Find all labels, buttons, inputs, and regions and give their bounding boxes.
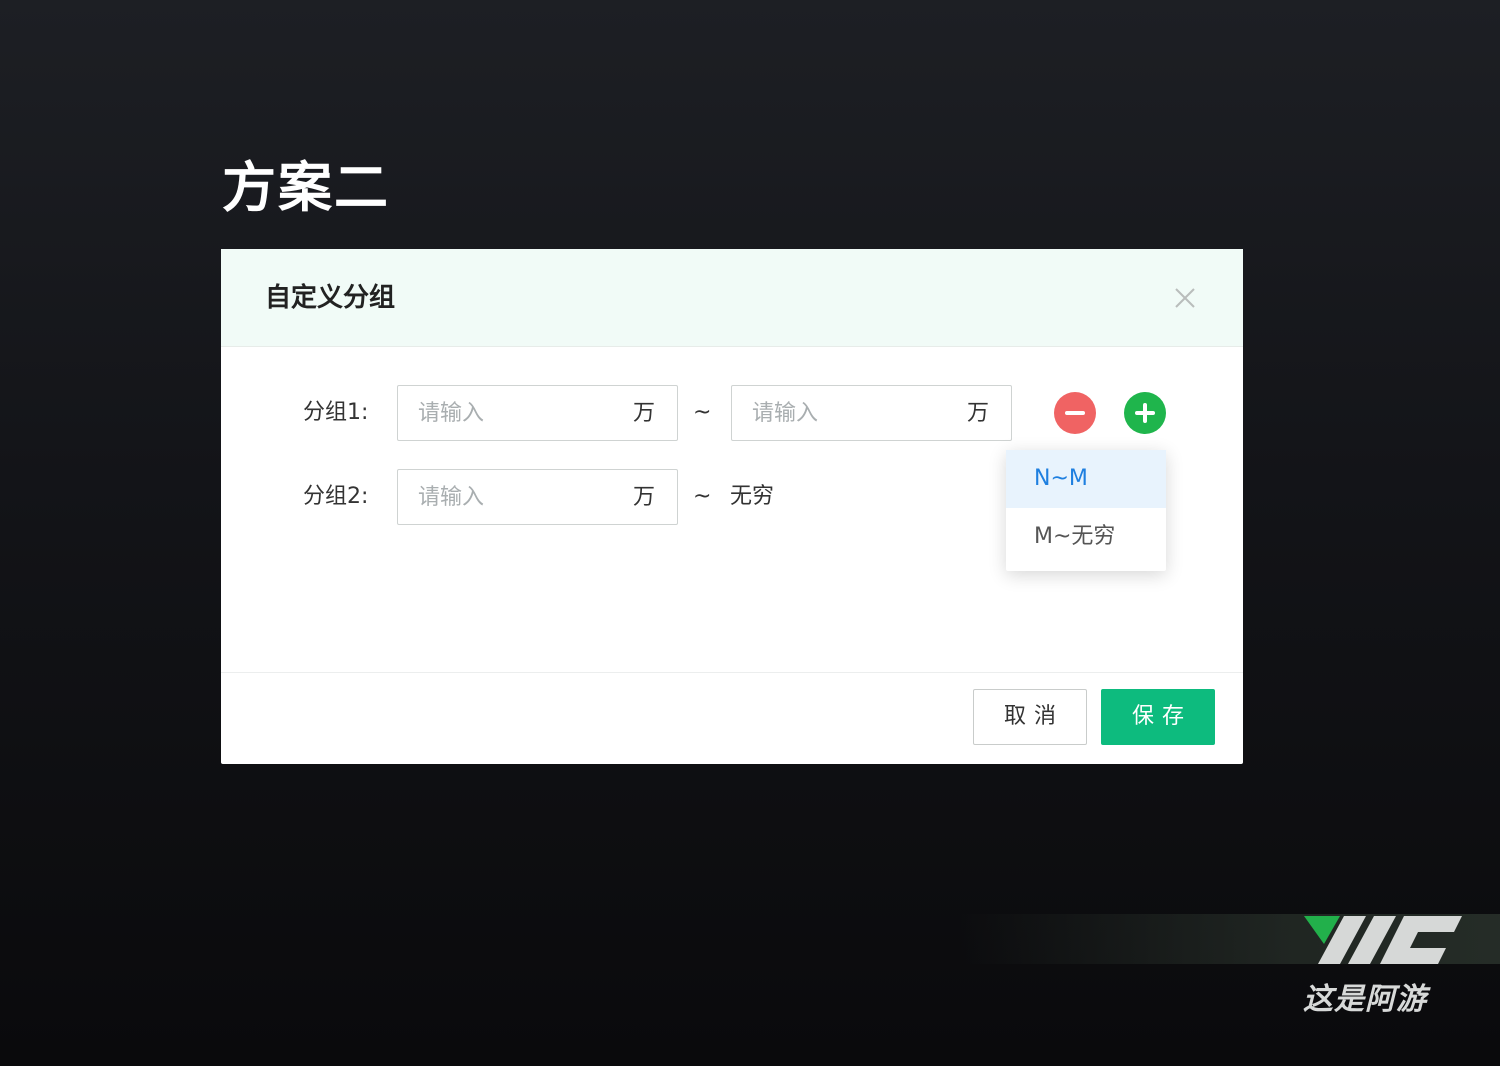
remove-group-button[interactable]: [1054, 392, 1096, 434]
range-separator: ~: [693, 400, 712, 425]
group-2-from-field[interactable]: 万: [397, 469, 678, 525]
save-button[interactable]: 保存: [1101, 689, 1215, 745]
unit-label: 万: [632, 485, 655, 510]
dialog-footer: 取消 保存: [221, 673, 1243, 763]
group-2-from-input[interactable]: [418, 480, 608, 514]
minus-circle-icon: [1065, 411, 1085, 415]
cancel-button[interactable]: 取消: [973, 689, 1087, 745]
watermark-text: 这是阿游: [1303, 982, 1427, 1017]
dialog-header: 自定义分组: [221, 249, 1243, 347]
close-icon[interactable]: [1173, 286, 1197, 310]
group-row-1: 分组1: 万 ~ 万: [221, 385, 1243, 441]
group-1-to-field[interactable]: 万: [731, 385, 1012, 441]
infinite-label: 无穷: [730, 484, 775, 509]
unit-label: 万: [966, 401, 989, 426]
range-separator: ~: [693, 484, 712, 509]
group-label: 分组2:: [303, 484, 369, 509]
scheme-title: 方案二: [222, 156, 390, 219]
dialog-title: 自定义分组: [265, 283, 396, 313]
unit-label: 万: [632, 401, 655, 426]
add-group-button[interactable]: [1124, 392, 1166, 434]
dropdown-item-m-to-infinite[interactable]: M~无穷: [1006, 508, 1166, 566]
dialog-body: 分组1: 万 ~ 万 分组2: 万: [221, 347, 1243, 673]
group-label: 分组1:: [303, 400, 369, 425]
group-1-from-field[interactable]: 万: [397, 385, 678, 441]
range-type-dropdown: N~M M~无穷: [1006, 450, 1166, 571]
dropdown-item-n-to-m[interactable]: N~M: [1006, 450, 1166, 508]
group-1-from-input[interactable]: [418, 396, 608, 430]
brand-logo-icon: [1300, 912, 1470, 972]
group-1-to-input[interactable]: [752, 396, 942, 430]
custom-group-dialog: 自定义分组 分组1: 万 ~ 万: [221, 249, 1243, 764]
